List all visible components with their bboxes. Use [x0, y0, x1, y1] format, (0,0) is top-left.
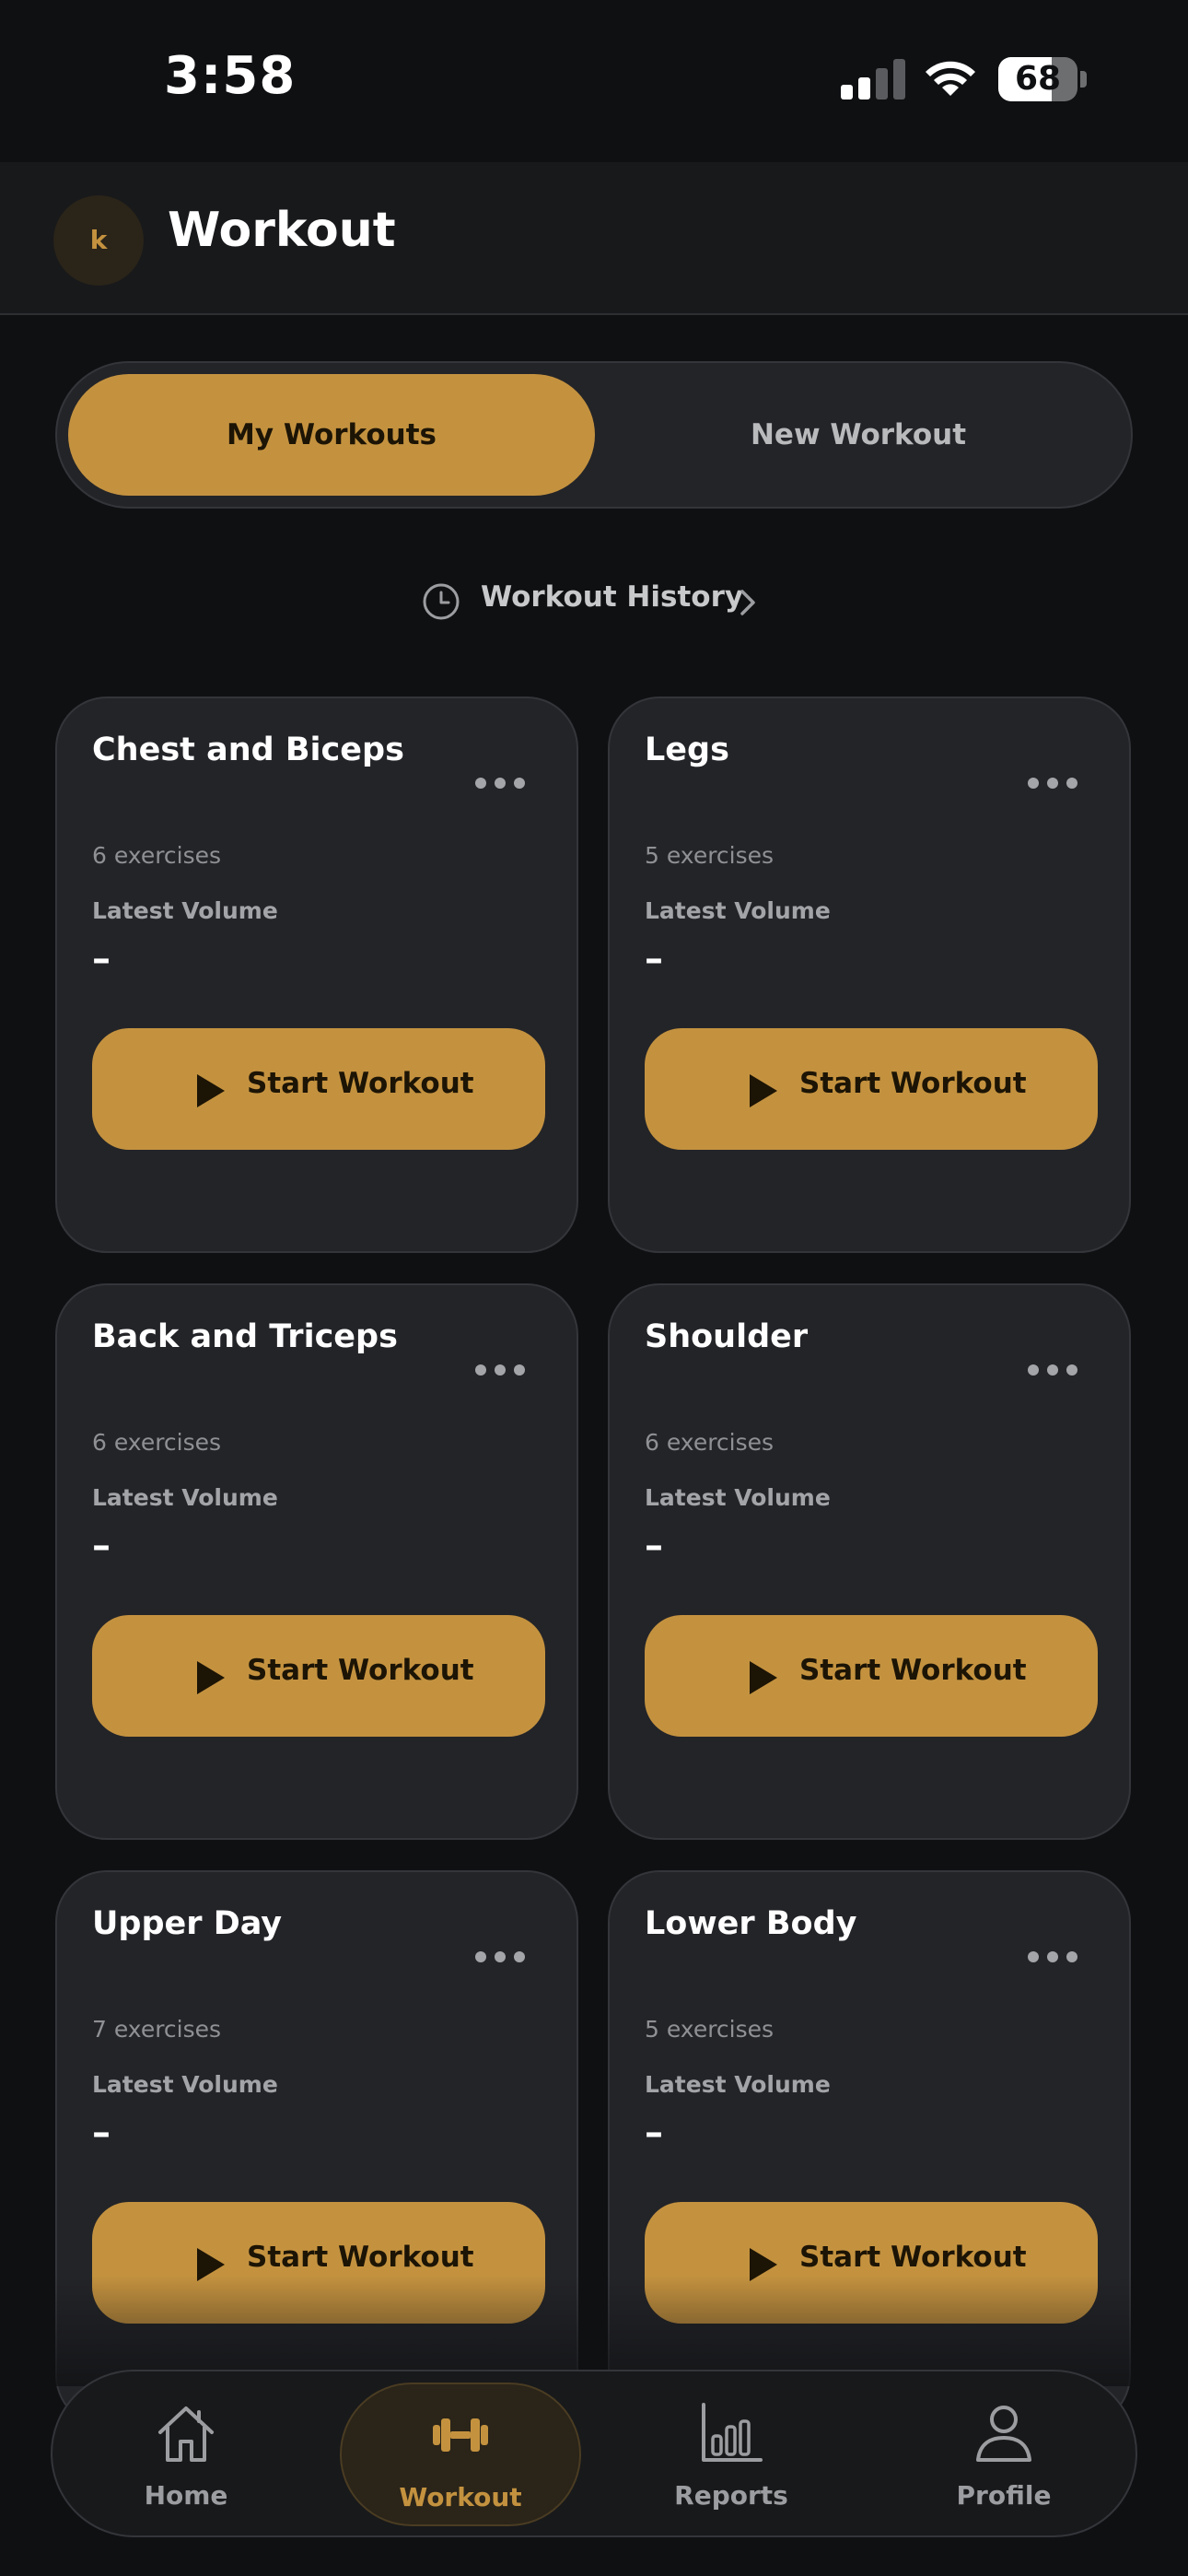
battery-percentage: 68 [1014, 60, 1062, 98]
tab-new-workout[interactable]: New Workout [595, 374, 1122, 496]
start-workout-button[interactable]: Start Workout [92, 1028, 545, 1150]
start-workout-label: Start Workout [799, 2241, 1027, 2274]
clock-icon [423, 583, 460, 620]
more-options-icon[interactable] [1028, 1948, 1077, 1966]
play-icon [750, 1661, 777, 1694]
start-workout-label: Start Workout [247, 1067, 474, 1100]
wifi-icon [926, 61, 975, 96]
start-workout-label: Start Workout [247, 2241, 474, 2274]
latest-volume-value: – [92, 1525, 111, 1567]
nav-item-workout[interactable]: Workout [340, 2383, 581, 2526]
workout-card-title: Lower Body [645, 1905, 857, 1942]
latest-volume-value: – [645, 2112, 663, 2154]
start-workout-button[interactable]: Start Workout [92, 1615, 545, 1737]
start-workout-label: Start Workout [799, 1654, 1027, 1687]
person-icon [976, 2406, 1031, 2462]
nav-label: Profile [956, 2480, 1052, 2511]
start-workout-button[interactable]: Start Workout [92, 2202, 545, 2324]
workout-screen: 3:58 68 k Workout My Workouts New Workou… [0, 0, 1188, 2576]
status-time: 3:58 [164, 46, 297, 106]
play-icon [750, 1074, 777, 1107]
latest-volume-label: Latest Volume [92, 897, 278, 924]
latest-volume-value: – [645, 1525, 663, 1567]
start-workout-label: Start Workout [247, 1654, 474, 1687]
exercise-count: 6 exercises [92, 1429, 222, 1456]
more-options-icon[interactable] [1028, 774, 1077, 792]
workout-card-lower-body[interactable]: Lower Body 5 exercises Latest Volume – S… [608, 1870, 1131, 2427]
home-icon [158, 2406, 214, 2462]
workout-card-title: Legs [645, 732, 729, 768]
nav-item-profile[interactable]: Profile [883, 2383, 1124, 2526]
tab-my-workouts[interactable]: My Workouts [68, 374, 595, 496]
exercise-count: 5 exercises [645, 842, 775, 869]
battery-icon: 68 [998, 57, 1087, 101]
workout-card-title: Chest and Biceps [92, 732, 404, 768]
workout-card-chest-and-biceps[interactable]: Chest and Biceps 6 exercises Latest Volu… [55, 697, 578, 1253]
nav-label: Workout [399, 2482, 522, 2512]
workout-history-label: Workout History [481, 580, 744, 614]
exercise-count: 6 exercises [92, 842, 222, 869]
play-icon [197, 1074, 225, 1107]
start-workout-button[interactable]: Start Workout [645, 1615, 1098, 1737]
page-title: Workout [168, 203, 396, 258]
start-workout-button[interactable]: Start Workout [645, 1028, 1098, 1150]
more-options-icon[interactable] [475, 774, 525, 792]
bottom-nav: Home Workout Reports Profile [51, 2370, 1137, 2537]
start-workout-button[interactable]: Start Workout [645, 2202, 1098, 2324]
latest-volume-value: – [645, 938, 663, 980]
workout-tabs: My Workouts New Workout [55, 361, 1133, 509]
cellular-signal-icon [841, 59, 905, 100]
latest-volume-label: Latest Volume [92, 2071, 278, 2098]
dumbbell-icon [433, 2418, 488, 2452]
latest-volume-value: – [92, 2112, 111, 2154]
latest-volume-label: Latest Volume [645, 897, 831, 924]
avatar[interactable]: k [53, 195, 144, 286]
exercise-count: 6 exercises [645, 1429, 775, 1456]
latest-volume-label: Latest Volume [92, 1484, 278, 1511]
workout-card-title: Upper Day [92, 1905, 283, 1942]
nav-label: Home [144, 2480, 228, 2511]
start-workout-label: Start Workout [799, 1067, 1027, 1100]
more-options-icon[interactable] [475, 1361, 525, 1379]
more-options-icon[interactable] [475, 1948, 525, 1966]
latest-volume-label: Latest Volume [645, 1484, 831, 1511]
app-header: k Workout [0, 162, 1188, 315]
nav-item-reports[interactable]: Reports [611, 2383, 852, 2526]
workout-card-back-and-triceps[interactable]: Back and Triceps 6 exercises Latest Volu… [55, 1283, 578, 1840]
workout-card-legs[interactable]: Legs 5 exercises Latest Volume – Start W… [608, 697, 1131, 1253]
workout-card-upper-day[interactable]: Upper Day 7 exercises Latest Volume – St… [55, 1870, 578, 2427]
exercise-count: 7 exercises [92, 2016, 222, 2043]
workout-card-title: Shoulder [645, 1318, 809, 1355]
latest-volume-value: – [92, 938, 111, 980]
play-icon [197, 1661, 225, 1694]
workout-card-title: Back and Triceps [92, 1318, 398, 1355]
more-options-icon[interactable] [1028, 1361, 1077, 1379]
play-icon [197, 2248, 225, 2281]
status-bar: 3:58 68 [0, 0, 1188, 162]
exercise-count: 5 exercises [645, 2016, 775, 2043]
chevron-right-icon [740, 590, 755, 615]
latest-volume-label: Latest Volume [645, 2071, 831, 2098]
workout-history-link[interactable]: Workout History [422, 571, 772, 630]
bar-chart-icon [702, 2403, 763, 2462]
nav-item-home[interactable]: Home [65, 2383, 307, 2526]
nav-label: Reports [674, 2480, 788, 2511]
workout-card-shoulder[interactable]: Shoulder 6 exercises Latest Volume – Sta… [608, 1283, 1131, 1840]
play-icon [750, 2248, 777, 2281]
